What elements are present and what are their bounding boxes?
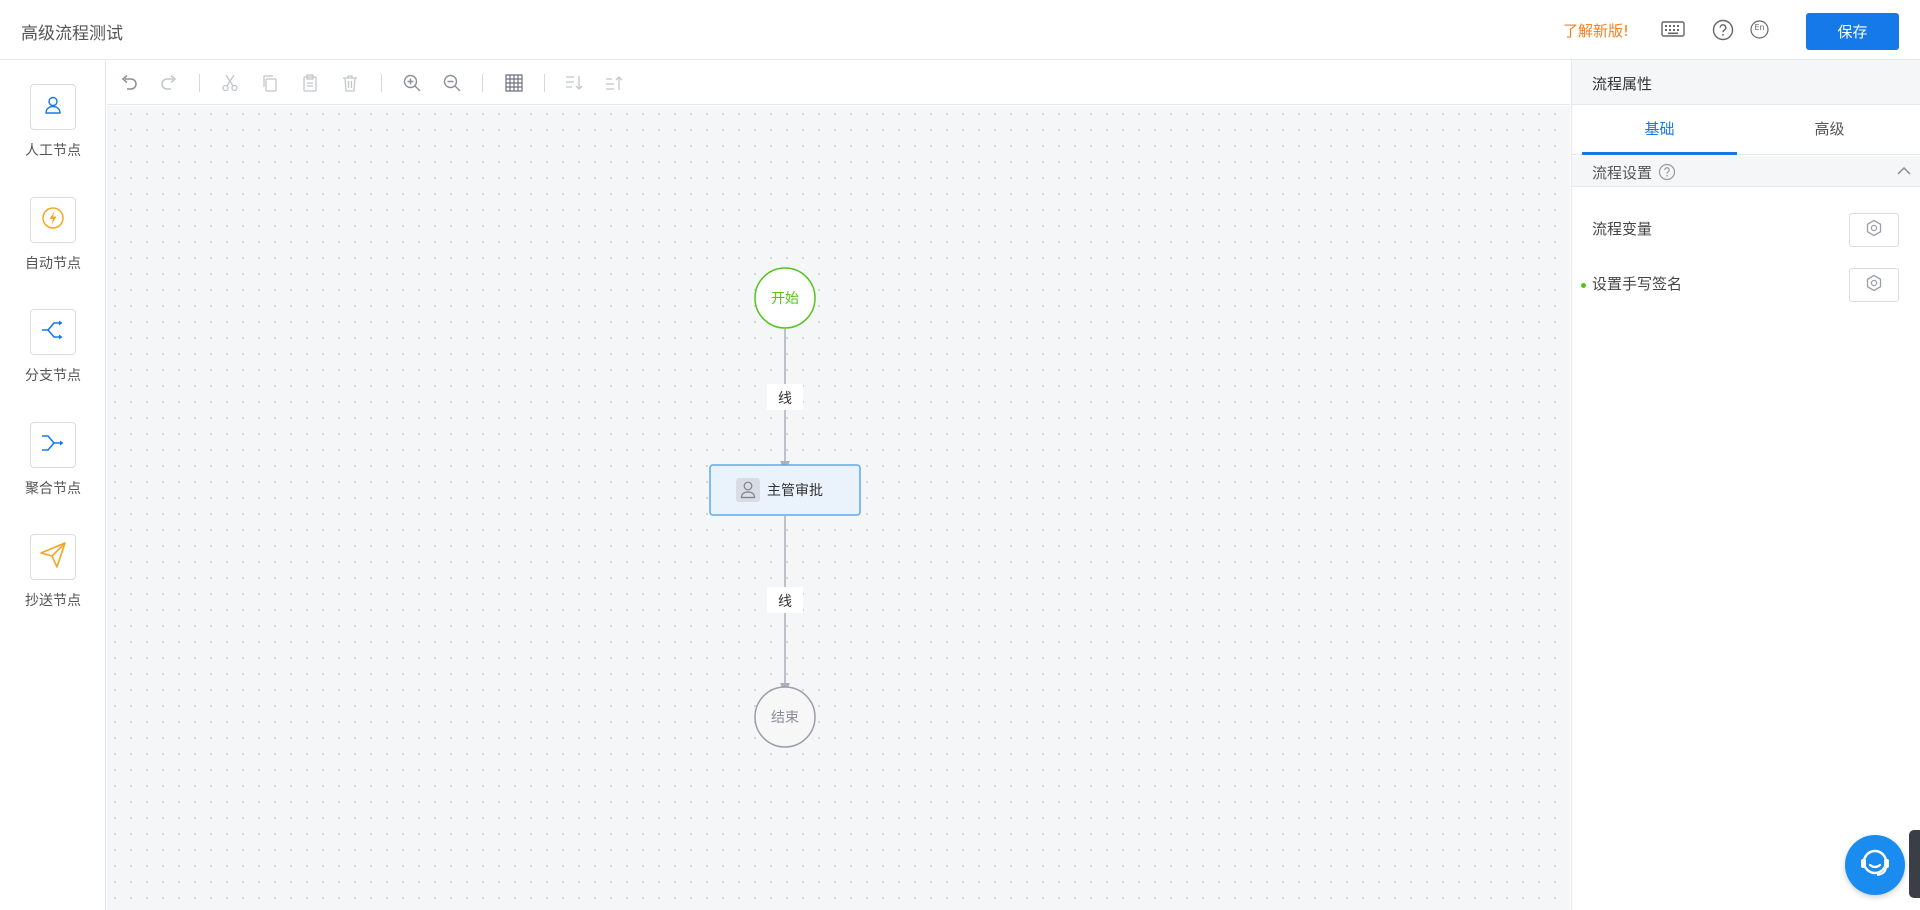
save-button[interactable]: 保存 (1806, 13, 1899, 50)
panel-title: 流程属性 (1592, 75, 1653, 93)
page-title: 高级流程测试 (21, 24, 123, 44)
chevron-up-icon[interactable] (1896, 164, 1912, 178)
panel-header: 流程属性 (1572, 60, 1920, 105)
flow-variables-settings-button[interactable] (1849, 213, 1899, 247)
delete-icon[interactable] (339, 72, 361, 94)
signature-settings-button[interactable] (1849, 268, 1899, 302)
section-label: 流程设置 (1592, 164, 1653, 182)
customer-service-button[interactable] (1845, 835, 1905, 895)
paste-icon[interactable] (299, 72, 321, 94)
undo-icon[interactable] (118, 72, 140, 94)
properties-panel: 流程属性 基础 高级 流程设置 流程变量 设置手写签名 (1571, 60, 1920, 910)
zoom-in-icon[interactable] (401, 72, 423, 94)
language-label: En (1754, 23, 1765, 32)
gear-icon (1864, 218, 1884, 242)
palette-label: 人工节点 (25, 143, 81, 159)
flow-graph (709, 267, 861, 748)
toolbar-divider (381, 74, 382, 92)
redo-icon[interactable] (158, 72, 180, 94)
merge-icon (40, 432, 66, 458)
palette-label: 抄送节点 (25, 593, 81, 609)
headset-icon (1857, 845, 1893, 885)
language-toggle[interactable]: En (1750, 20, 1769, 39)
flow-canvas[interactable]: 开始 线 主管审批 线 结束 (107, 106, 1570, 910)
toolbar-divider (482, 74, 483, 92)
start-node-label: 开始 (771, 291, 799, 307)
send-icon (38, 540, 68, 574)
panel-tabs: 基础 高级 (1572, 105, 1920, 155)
palette-label: 分支节点 (25, 368, 81, 384)
align-bottom-icon[interactable] (563, 72, 585, 94)
tab-advanced[interactable]: 高级 (1752, 105, 1907, 155)
row-label-signature: 设置手写签名 (1592, 275, 1683, 293)
end-node-label: 结束 (771, 710, 799, 726)
canvas-toolbar (107, 60, 1570, 105)
toolbar-divider (199, 74, 200, 92)
row-label-flow-variables: 流程变量 (1592, 220, 1653, 238)
cut-icon[interactable] (219, 72, 241, 94)
app-header: 高级流程测试 了解新版! En 保存 (0, 0, 1920, 60)
edge-label: 线 (778, 391, 792, 407)
palette-label: 聚合节点 (25, 481, 81, 497)
toolbar-divider (544, 74, 545, 92)
lightning-icon (41, 206, 65, 234)
edge-label: 线 (778, 594, 792, 610)
keyboard-icon[interactable] (1661, 20, 1685, 38)
side-drawer-handle[interactable] (1909, 830, 1920, 898)
status-dot (1581, 283, 1586, 288)
question-icon[interactable] (1658, 163, 1676, 181)
node-palette: 人工节点 自动节点 分支节点 聚合节点 抄送节点 (0, 60, 106, 910)
task-node-label: 主管审批 (767, 483, 823, 499)
align-top-icon[interactable] (603, 72, 625, 94)
user-icon (42, 94, 64, 120)
copy-icon[interactable] (259, 72, 281, 94)
gear-icon (1864, 273, 1884, 297)
new-version-link[interactable]: 了解新版! (1563, 20, 1629, 41)
section-header-flow-settings[interactable]: 流程设置 (1572, 156, 1920, 187)
help-icon[interactable] (1712, 19, 1734, 41)
palette-label: 自动节点 (25, 256, 81, 272)
grid-icon[interactable] (503, 72, 525, 94)
branch-icon (40, 319, 66, 345)
zoom-out-icon[interactable] (441, 72, 463, 94)
tab-basic[interactable]: 基础 (1582, 105, 1737, 155)
